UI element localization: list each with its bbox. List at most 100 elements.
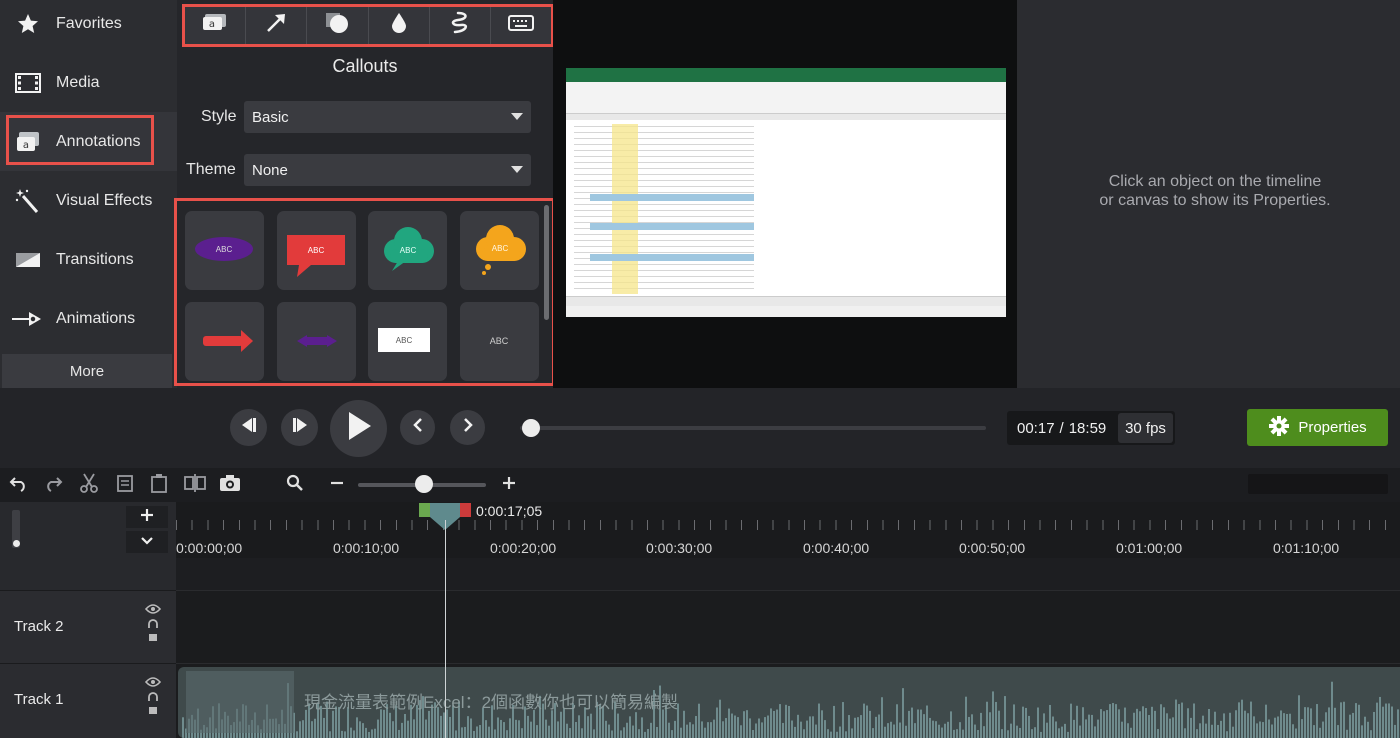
undo-button[interactable] bbox=[8, 474, 30, 496]
excel-status-bar bbox=[566, 306, 1006, 317]
waveform-bar bbox=[590, 713, 592, 738]
properties-button[interactable]: Properties bbox=[1247, 409, 1388, 446]
waveform-bar bbox=[866, 705, 868, 738]
callout-thought-tile[interactable]: ABC bbox=[460, 211, 539, 290]
waveform-bar bbox=[842, 702, 844, 738]
step-back-icon bbox=[240, 417, 258, 438]
timeline-overview-bar[interactable] bbox=[1248, 474, 1388, 494]
track-header-track-2[interactable]: Track 2 bbox=[0, 590, 176, 663]
timeline-empty-row bbox=[0, 558, 1400, 590]
gear-icon bbox=[1268, 415, 1290, 441]
canvas-spreadsheet-preview[interactable] bbox=[566, 68, 1006, 317]
waveform-bar bbox=[1085, 719, 1087, 738]
waveform-bar bbox=[368, 731, 370, 738]
sidebar-item-visual-effects[interactable]: Visual Effects bbox=[0, 171, 177, 230]
waveform-bar bbox=[1256, 723, 1258, 738]
track-height-handle[interactable] bbox=[13, 540, 20, 547]
callout-oval-tile[interactable]: ABC bbox=[185, 211, 264, 290]
waveform-bar bbox=[1064, 723, 1066, 738]
callout-arrow-tile[interactable] bbox=[185, 302, 264, 381]
waveform-bar bbox=[1001, 729, 1003, 738]
waveform-bar bbox=[797, 714, 799, 738]
zoom-slider-handle[interactable] bbox=[415, 475, 433, 493]
scrubber-handle[interactable] bbox=[522, 419, 540, 437]
waveform-bar bbox=[926, 705, 928, 738]
sidebar-item-animations[interactable]: Animations bbox=[0, 289, 177, 348]
snapshot-button[interactable] bbox=[219, 474, 241, 496]
waveform-bar bbox=[380, 709, 382, 738]
callout-speech-tile[interactable]: ABC bbox=[277, 211, 356, 290]
properties-hint-line: Click an object on the timeline bbox=[1108, 173, 1322, 190]
zoom-search-button[interactable] bbox=[284, 474, 306, 496]
callout-text-tile[interactable]: ABC bbox=[460, 302, 539, 381]
copy-button[interactable] bbox=[114, 474, 136, 496]
track-2-lane[interactable] bbox=[176, 590, 1400, 663]
waveform-bar bbox=[1319, 727, 1321, 738]
next-marker-button[interactable] bbox=[450, 410, 485, 445]
theme-dropdown[interactable]: None bbox=[244, 154, 531, 186]
waveform-bar bbox=[446, 709, 448, 738]
split-button[interactable] bbox=[184, 473, 206, 496]
callout-cloud-tile[interactable]: ABC bbox=[368, 211, 447, 290]
waveform-bar bbox=[344, 731, 346, 738]
waveform-bar bbox=[692, 724, 694, 738]
track-header-track-1[interactable]: Track 1 bbox=[0, 663, 176, 738]
zoom-out-button[interactable] bbox=[326, 474, 348, 496]
eye-icon[interactable] bbox=[144, 674, 162, 692]
previous-frame-button[interactable] bbox=[230, 409, 267, 446]
next-frame-button[interactable] bbox=[281, 409, 318, 446]
waveform-bar bbox=[500, 719, 502, 738]
waveform-bar bbox=[329, 731, 331, 738]
callout-rectangle-tile[interactable]: ABC bbox=[368, 302, 447, 381]
waveform-bar bbox=[374, 728, 376, 738]
lock-icon[interactable] bbox=[146, 619, 160, 648]
keystroke-tool-button[interactable] bbox=[491, 7, 551, 44]
playback-scrubber[interactable] bbox=[520, 426, 986, 430]
sidebar-item-media[interactable]: Media bbox=[0, 53, 177, 112]
waveform-bar bbox=[644, 731, 646, 738]
selection-end-handle[interactable] bbox=[459, 503, 471, 517]
waveform-bar bbox=[1010, 723, 1012, 738]
waveform-bar bbox=[383, 709, 385, 738]
waveform-bar bbox=[1244, 710, 1246, 738]
style-dropdown[interactable]: Basic bbox=[244, 101, 531, 133]
cut-button[interactable] bbox=[78, 473, 100, 496]
waveform-bar bbox=[1283, 713, 1285, 738]
waveform-bar bbox=[440, 715, 442, 738]
waveform-bar bbox=[365, 727, 367, 738]
redo-button[interactable] bbox=[42, 474, 64, 496]
sidebar-item-transitions[interactable]: Transitions bbox=[0, 230, 177, 289]
collapse-tracks-button[interactable] bbox=[126, 531, 168, 553]
sketch-motion-button[interactable] bbox=[430, 7, 491, 44]
callout-double-arrow-tile[interactable] bbox=[277, 302, 356, 381]
more-button[interactable]: More bbox=[2, 354, 172, 388]
waveform-bar bbox=[629, 716, 631, 738]
previous-marker-button[interactable] bbox=[400, 410, 435, 445]
shape-tool-icon bbox=[325, 12, 349, 39]
waveform-bar bbox=[716, 707, 718, 738]
arrow-tool-button[interactable] bbox=[246, 7, 308, 44]
waveform-bar bbox=[815, 724, 817, 738]
zoom-in-button[interactable] bbox=[498, 474, 520, 496]
waveform-bar bbox=[1157, 729, 1159, 738]
waveform-bar bbox=[719, 699, 721, 738]
blur-tool-button[interactable] bbox=[369, 7, 430, 44]
waveform-bar bbox=[680, 727, 682, 738]
shape-tool-button[interactable] bbox=[307, 7, 369, 44]
waveform-bar bbox=[1253, 716, 1255, 738]
clip-title: 現金流量表範例Excel：2個函數你也可以簡易編製 bbox=[304, 693, 679, 712]
paste-button[interactable] bbox=[148, 473, 170, 496]
waveform-bar bbox=[767, 715, 769, 738]
waveform-bar bbox=[1226, 731, 1228, 738]
waveform-bar bbox=[332, 710, 334, 738]
eye-icon[interactable] bbox=[144, 601, 162, 619]
waveform-bar bbox=[1310, 708, 1312, 738]
waveform-bar bbox=[983, 726, 985, 738]
play-button[interactable] bbox=[330, 400, 387, 457]
sidebar-item-favorites[interactable]: Favorites bbox=[0, 0, 177, 53]
lock-icon[interactable] bbox=[146, 692, 160, 721]
add-track-button[interactable] bbox=[126, 506, 168, 528]
callout-tool-button[interactable]: a bbox=[185, 7, 247, 44]
waveform-bar bbox=[824, 720, 826, 738]
gallery-scrollbar[interactable] bbox=[544, 205, 549, 320]
